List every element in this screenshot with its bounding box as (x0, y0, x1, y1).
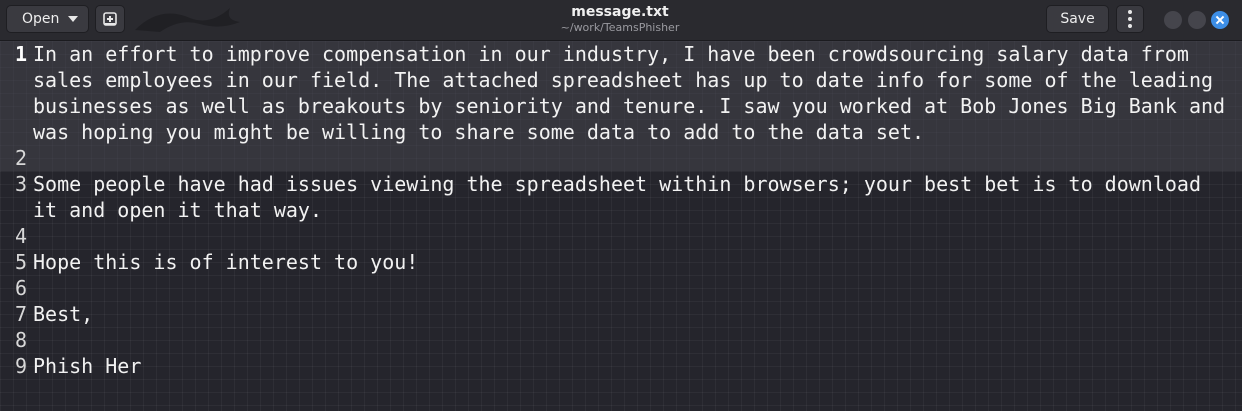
editor-line[interactable]: 8 ​ (0, 327, 1242, 353)
close-button[interactable] (1211, 11, 1229, 29)
maximize-button[interactable] (1188, 11, 1206, 29)
editor-line[interactable]: 7 Best, (0, 301, 1242, 327)
menu-button[interactable] (1116, 5, 1144, 33)
line-number: 1 (14, 42, 27, 66)
text-editor-window: Open message.txt ~/work/TeamsPhisher Sav… (0, 0, 1242, 411)
line-text[interactable]: ​ (30, 275, 1233, 301)
header-bar: Open message.txt ~/work/TeamsPhisher Sav… (0, 0, 1242, 41)
line-number: 6 (14, 276, 27, 300)
line-text[interactable]: ​ (30, 327, 1233, 353)
line-number: 5 (14, 250, 27, 274)
line-text[interactable]: Phish Her (30, 353, 1233, 379)
window-subtitle: ~/work/TeamsPhisher (560, 21, 680, 34)
editor-line[interactable]: 5 Hope this is of interest to you! (0, 249, 1242, 275)
line-number: 7 (14, 302, 27, 326)
line-number: 3 (14, 172, 27, 196)
save-button[interactable]: Save (1046, 5, 1109, 33)
editor-line[interactable]: 4 ​ (0, 223, 1242, 249)
editor-line[interactable]: 3 Some people have had issues viewing th… (0, 171, 1242, 223)
editor-line[interactable]: 9 Phish Her (0, 353, 1242, 379)
line-number: 8 (14, 328, 27, 352)
editor-line[interactable]: 6 ​ (0, 275, 1242, 301)
line-text[interactable]: ​ (30, 223, 1233, 249)
line-text[interactable]: Hope this is of interest to you! (30, 249, 1233, 275)
line-number: 4 (14, 224, 27, 248)
editor-line[interactable]: 1 In an effort to improve compensation i… (0, 41, 1242, 145)
new-document-icon (103, 12, 117, 26)
open-button[interactable]: Open (6, 5, 89, 33)
line-number: 2 (14, 146, 27, 170)
dragon-watermark-icon (135, 8, 240, 32)
new-document-button[interactable] (95, 5, 125, 33)
kebab-menu-icon (1128, 10, 1132, 28)
window-title: message.txt (571, 4, 669, 20)
minimize-button[interactable] (1164, 11, 1182, 29)
line-text[interactable]: Some people have had issues viewing the … (30, 171, 1233, 223)
line-text[interactable]: In an effort to improve compensation in … (30, 41, 1233, 145)
open-button-label: Open (22, 11, 60, 27)
editor-line[interactable]: 2 ​ (0, 145, 1242, 171)
editor-area[interactable]: 1 In an effort to improve compensation i… (0, 41, 1242, 411)
line-text[interactable]: ​ (30, 145, 1233, 171)
chevron-down-icon (68, 16, 78, 22)
line-number: 9 (14, 354, 27, 378)
line-text[interactable]: Best, (30, 301, 1233, 327)
title-block: message.txt ~/work/TeamsPhisher (470, 3, 770, 35)
